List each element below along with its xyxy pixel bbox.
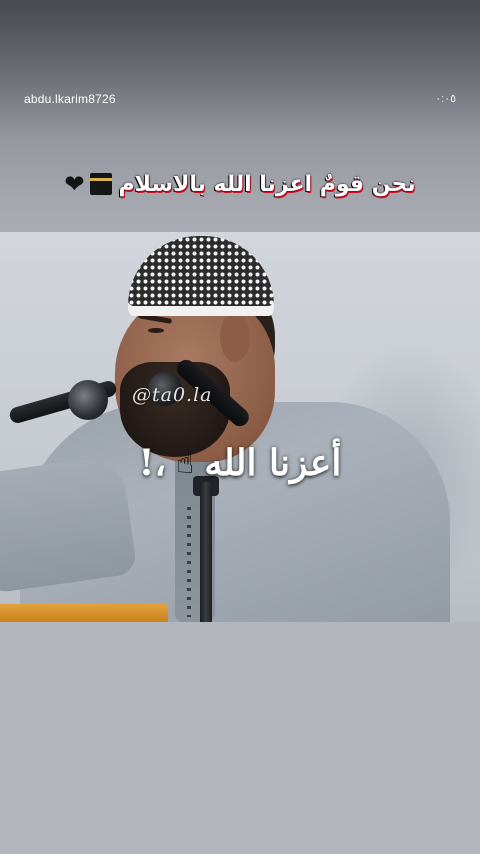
story-bottom-area[interactable] [0,622,480,854]
index-pointing-up-icon: ☝ [176,445,195,481]
black-heart-icon: ❤ [64,170,85,198]
microphone-icon [68,380,108,420]
story-caption: ❤ نحن قومٌ اعزنا الله بالاسلام [0,164,480,204]
video-watermark: @ta0.la [132,384,213,406]
caption-text: نحن قومٌ اعزنا الله بالاسلام [118,171,416,197]
kaaba-icon [90,173,113,195]
story-timer: ٠:٠٥ [435,93,456,105]
speaker-ear [220,312,250,362]
overlay-suffix: ،! [138,442,167,484]
overlay-text: أعزنا الله [204,442,342,484]
speaker-eye [148,328,164,333]
podium-edge [0,604,168,622]
video-overlay-caption: ،! ☝ أعزنا الله [0,442,480,484]
story-username[interactable]: abdu.lkarim8726 [24,92,116,106]
kufi-cap [128,236,274,316]
video-frame[interactable]: @ta0.la ،! ☝ أعزنا الله [0,232,480,622]
top-gradient [0,0,480,140]
robe-buttons [187,507,191,617]
microphone-stand [200,482,212,622]
